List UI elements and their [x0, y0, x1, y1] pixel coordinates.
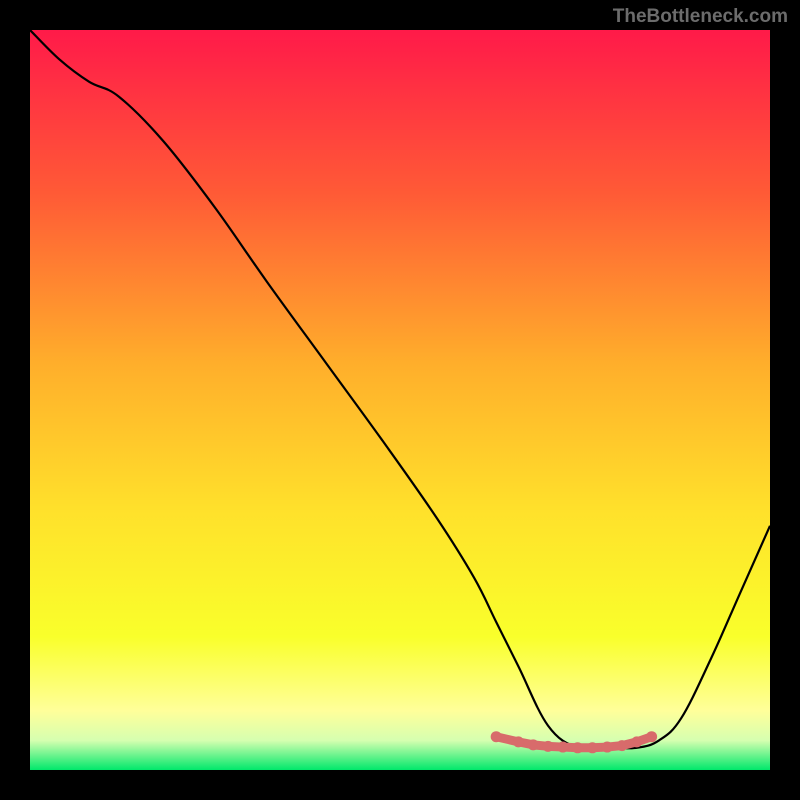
marker-dot — [543, 741, 554, 752]
marker-dot — [587, 742, 598, 753]
marker-dot — [491, 731, 502, 742]
watermark-text: TheBottleneck.com — [613, 6, 788, 28]
marker-dot — [617, 740, 628, 751]
chart-svg — [30, 30, 770, 770]
marker-dot — [528, 739, 539, 750]
marker-dot — [602, 742, 613, 753]
marker-dot — [646, 731, 657, 742]
chart-plot-area — [30, 30, 770, 770]
marker-dot — [513, 736, 524, 747]
marker-dot — [631, 736, 642, 747]
gradient-background — [30, 30, 770, 770]
marker-dot — [572, 742, 583, 753]
marker-dot — [557, 742, 568, 753]
